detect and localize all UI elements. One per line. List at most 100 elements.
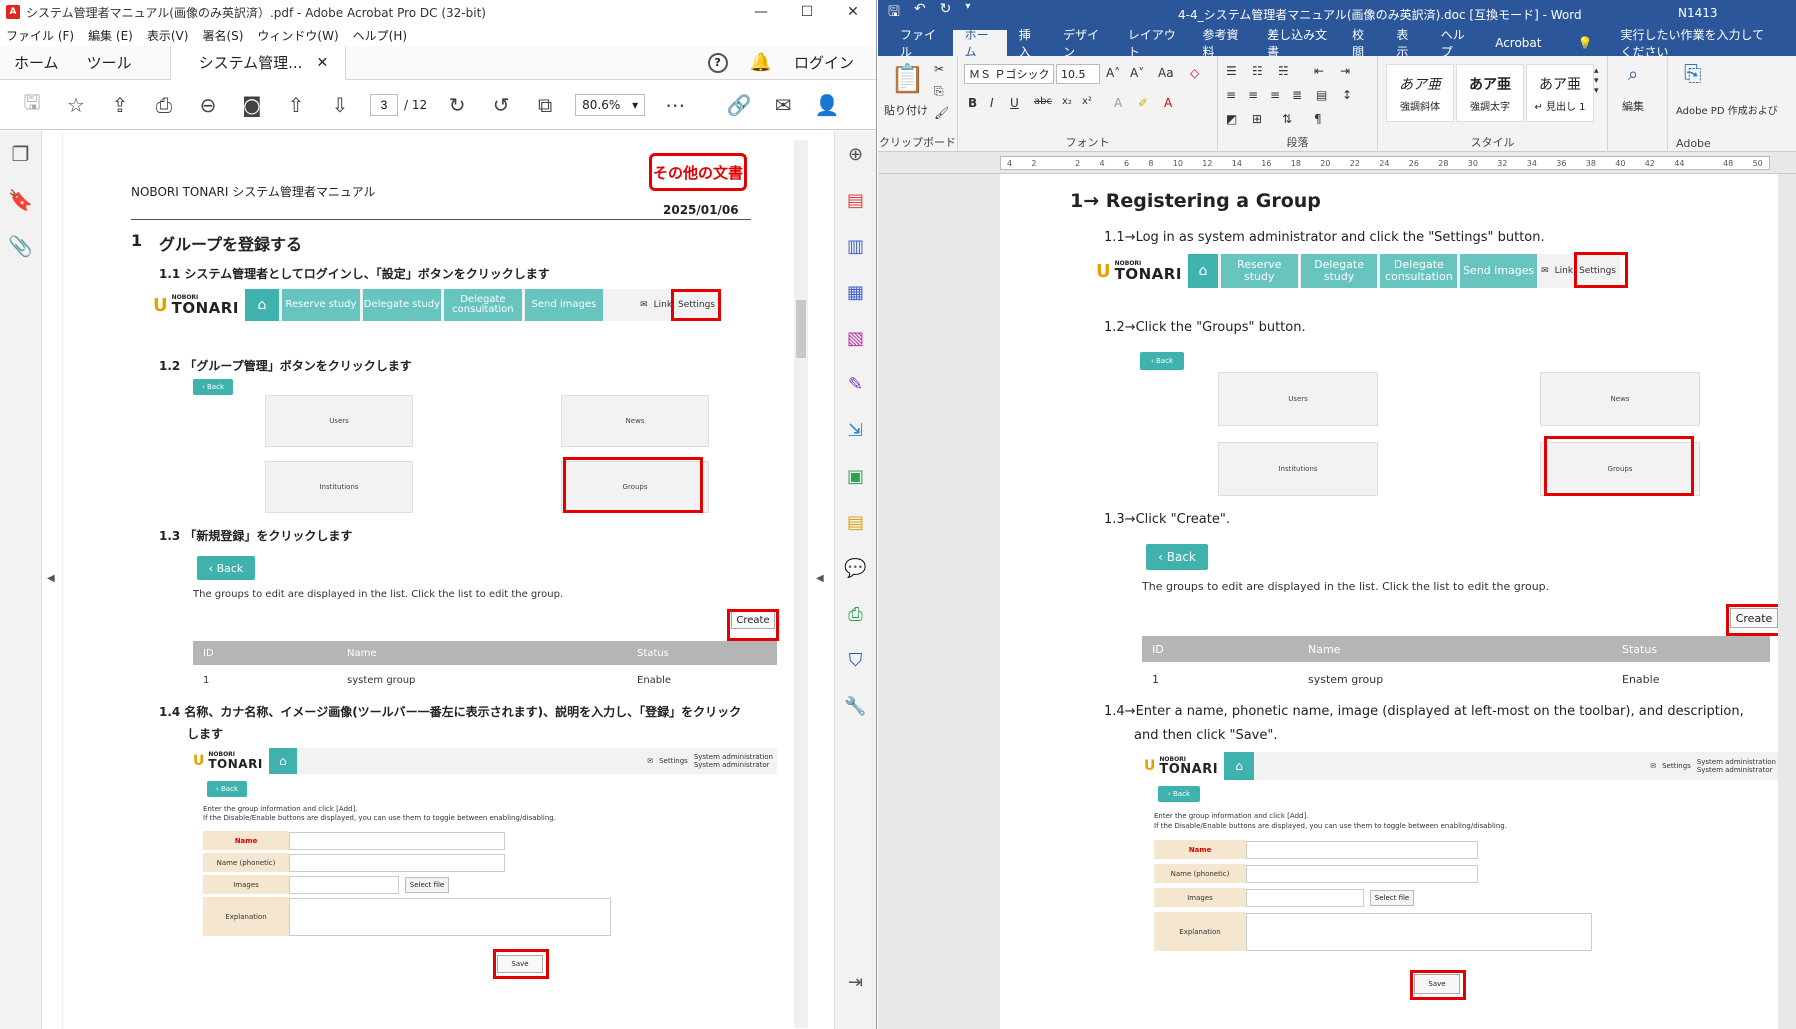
- styles-scroll-icon[interactable]: ▴ ▾ ▾: [1594, 66, 1599, 96]
- adobe-pdf-icon[interactable]: ⎘: [1684, 62, 1702, 87]
- tab-review[interactable]: 校閲: [1340, 28, 1384, 59]
- edit-pdf-icon[interactable]: ▧: [835, 315, 876, 361]
- highlight-icon[interactable]: ✐: [1138, 96, 1148, 110]
- star-icon[interactable]: ☆: [54, 85, 98, 125]
- italic-icon[interactable]: I: [990, 96, 994, 110]
- tab-mailings[interactable]: 差し込み文書: [1255, 28, 1340, 59]
- underline-icon[interactable]: U: [1010, 96, 1019, 110]
- sort-icon[interactable]: ⇅: [1282, 112, 1292, 126]
- justify-icon[interactable]: ≣: [1292, 88, 1302, 102]
- save-icon[interactable]: 🖫: [10, 85, 54, 125]
- tab-acrobat[interactable]: Acrobat: [1483, 30, 1553, 56]
- customize-icon[interactable]: ▾: [965, 1, 970, 25]
- combine-files-icon[interactable]: ▥: [835, 223, 876, 269]
- font-name-select[interactable]: ＭＳ Ｐゴシック: [964, 64, 1054, 84]
- save-icon[interactable]: 🖫: [888, 1, 900, 25]
- paste-icon[interactable]: 📋: [890, 62, 925, 95]
- page-view-icon[interactable]: ⧉: [523, 85, 567, 125]
- borders-icon[interactable]: ⊞: [1252, 112, 1262, 126]
- search-icon[interactable]: ⌕: [1628, 64, 1638, 85]
- minimize-icon[interactable]: —: [738, 4, 784, 20]
- upload-icon[interactable]: ⇪: [98, 85, 142, 125]
- next-page-icon[interactable]: ⇩: [318, 85, 362, 125]
- subscript-icon[interactable]: x₂: [1062, 96, 1072, 107]
- tab-home[interactable]: ホーム: [0, 46, 73, 80]
- tab-home[interactable]: ホーム: [952, 28, 1007, 59]
- redo-icon[interactable]: ↻: [940, 1, 952, 25]
- bookmark-icon[interactable]: 🔖: [0, 177, 41, 223]
- snapshot-icon[interactable]: ◙: [230, 85, 274, 125]
- pdf-scrollbar[interactable]: [794, 140, 808, 1028]
- style-emphasis-bold[interactable]: あア亜 強調太字: [1456, 64, 1524, 122]
- increase-indent-icon[interactable]: ⇥: [1340, 64, 1350, 78]
- collapse-right-icon[interactable]: ◀: [816, 573, 824, 584]
- tab-design[interactable]: デザイン: [1051, 28, 1116, 59]
- zoom-select[interactable]: 80.6% ▾: [575, 93, 646, 116]
- multilevel-icon[interactable]: ☵: [1278, 64, 1289, 78]
- clear-format-icon[interactable]: ◇: [1190, 66, 1199, 80]
- bold-icon[interactable]: B: [968, 96, 977, 110]
- pages-icon[interactable]: ❐: [0, 131, 41, 177]
- fill-sign-icon[interactable]: ✎: [835, 361, 876, 407]
- bullets-icon[interactable]: ☰: [1226, 64, 1237, 78]
- comment-icon[interactable]: 💬: [835, 545, 876, 591]
- font-size-select[interactable]: 10.5: [1056, 64, 1100, 84]
- create-pdf-icon[interactable]: ▤: [835, 177, 876, 223]
- print-icon[interactable]: ⎙: [142, 85, 186, 125]
- change-case-icon[interactable]: Aa: [1158, 66, 1174, 80]
- maximize-icon[interactable]: ☐: [784, 4, 830, 20]
- menu-help[interactable]: ヘルプ(H): [353, 27, 407, 44]
- undo-icon[interactable]: ↶: [914, 1, 926, 25]
- style-emphasis-italic[interactable]: あア亜 強調斜体: [1386, 64, 1454, 122]
- menu-file[interactable]: ファイル (F): [6, 27, 74, 44]
- numbering-icon[interactable]: ☷: [1252, 64, 1263, 78]
- decrease-indent-icon[interactable]: ⇤: [1314, 64, 1324, 78]
- style-heading-1[interactable]: あア亜 ↵ 見出し 1: [1526, 64, 1594, 122]
- rotate-cw-icon[interactable]: ↻: [435, 85, 479, 125]
- scroll-thumb[interactable]: [796, 300, 806, 358]
- tab-document[interactable]: システム管理... ✕: [169, 45, 346, 80]
- show-marks-icon[interactable]: ¶: [1314, 112, 1322, 126]
- tab-layout[interactable]: レイアウト: [1116, 28, 1191, 59]
- text-effects-icon[interactable]: A: [1114, 96, 1122, 110]
- tab-references[interactable]: 参考資料: [1191, 28, 1256, 59]
- tab-tools[interactable]: ツール: [73, 46, 146, 80]
- add-user-icon[interactable]: 👤: [805, 85, 849, 125]
- line-spacing-icon[interactable]: ↕: [1342, 88, 1352, 102]
- tab-insert[interactable]: 挿入: [1007, 28, 1051, 59]
- grow-font-icon[interactable]: A˄: [1106, 66, 1120, 80]
- bell-icon[interactable]: 🔔: [750, 52, 772, 73]
- cut-icon[interactable]: ✂: [934, 62, 944, 76]
- export-pdf-icon[interactable]: ⇲: [835, 407, 876, 453]
- page-number-input[interactable]: [370, 93, 398, 116]
- comment-doc-icon[interactable]: ▤: [835, 499, 876, 545]
- protect-icon[interactable]: ⛉: [835, 637, 876, 683]
- more-icon[interactable]: ⋯: [653, 85, 697, 125]
- collapse-left-icon[interactable]: ◀: [47, 573, 55, 584]
- login-link[interactable]: ログイン: [794, 52, 854, 73]
- menu-view[interactable]: 表示(V): [147, 27, 189, 44]
- strikethrough-icon[interactable]: abc: [1034, 96, 1052, 107]
- paste-button[interactable]: 貼り付け: [884, 102, 928, 118]
- tab-view[interactable]: 表示: [1384, 28, 1428, 59]
- superscript-icon[interactable]: x²: [1082, 96, 1092, 107]
- menu-edit[interactable]: 編集 (E): [88, 27, 133, 44]
- distributed-icon[interactable]: ▤: [1316, 88, 1327, 102]
- zoom-tool-icon[interactable]: ⊕: [835, 131, 876, 177]
- menu-sign[interactable]: 署名(S): [202, 27, 243, 44]
- help-icon[interactable]: ?: [707, 52, 728, 73]
- expand-pane-icon[interactable]: ⇥: [835, 959, 876, 1005]
- rotate-ccw-icon[interactable]: ↺: [479, 85, 523, 125]
- tell-me-input[interactable]: 💡 実行したい作業を入力してください: [1554, 28, 1796, 59]
- menu-window[interactable]: ウィンドウ(W): [257, 27, 338, 44]
- compare-icon[interactable]: ▣: [835, 453, 876, 499]
- adobe-create-button[interactable]: Adobe PD 作成および: [1676, 102, 1786, 117]
- tab-file[interactable]: ファイル: [888, 28, 953, 59]
- close-icon[interactable]: ✕: [830, 4, 876, 20]
- copy-icon[interactable]: ⎘: [934, 84, 944, 99]
- organize-pages-icon[interactable]: ▦: [835, 269, 876, 315]
- tools-icon[interactable]: 🔧: [835, 683, 876, 729]
- zoom-out-icon[interactable]: ⊖: [186, 85, 230, 125]
- align-left-icon[interactable]: ≡: [1226, 88, 1236, 102]
- tab-help[interactable]: ヘルプ: [1429, 28, 1483, 59]
